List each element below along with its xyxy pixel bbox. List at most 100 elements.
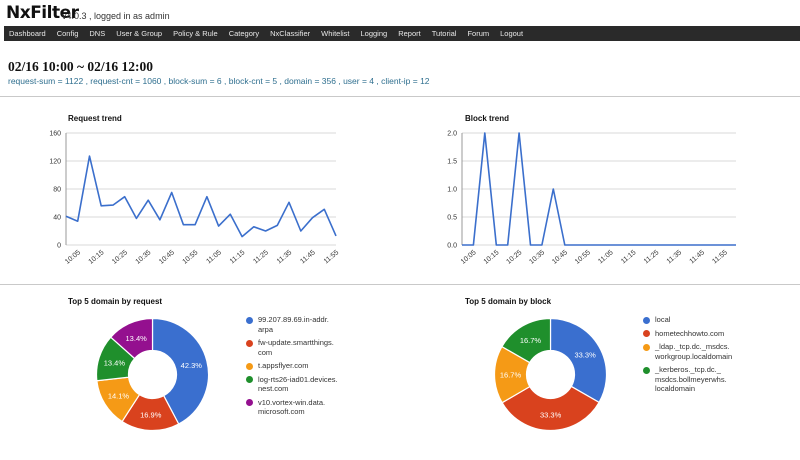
divider: [0, 284, 800, 285]
y-tick-label: 1.0: [447, 187, 457, 194]
y-tick-label: 160: [49, 131, 61, 138]
slice-value-label: 33.3%: [540, 410, 562, 419]
slice-value-label: 16.9%: [140, 410, 162, 419]
x-tick-label: 10:05: [460, 249, 478, 266]
legend-label: _ldap._tcp.dc._msdcs. workgroup.localdom…: [655, 342, 733, 361]
x-tick-label: 11:45: [689, 249, 707, 265]
x-tick-label: 10:45: [158, 249, 176, 266]
y-tick-label: 120: [49, 159, 61, 166]
legend-swatch: [643, 366, 650, 374]
legend-swatch: [643, 316, 650, 324]
legend-swatch: [246, 399, 253, 406]
y-tick-label: 2.0: [447, 131, 457, 138]
top-domain-block-donut: 33.3% 33.3% 16.7% 16.7%: [493, 317, 608, 432]
x-tick-label: 10:55: [574, 249, 592, 266]
legend-label: log-rts26-iad01.devices. nest.com: [258, 374, 338, 394]
x-tick-label: 11:05: [597, 249, 615, 265]
legend-item: fw-update.smartthings. com: [246, 338, 338, 357]
slice-value-label: 13.4%: [104, 358, 126, 367]
top-domain-request-donut: 42.3% 16.9% 14.1% 13.4% 13.4%: [95, 317, 210, 432]
top-domain-request-legend: 99.207.89.69.in-addr. arpa fw-update.smar…: [246, 315, 338, 421]
nav-forum[interactable]: Forum: [467, 29, 489, 38]
series-line: [65, 155, 337, 238]
slice-value-label: 33.3%: [574, 350, 596, 359]
nav-logout[interactable]: Logout: [500, 29, 523, 38]
nav-tutorial[interactable]: Tutorial: [432, 29, 457, 38]
divider: [0, 96, 800, 97]
legend-item: v10.vortex-win.data. microsoft.com: [246, 398, 338, 417]
nav-policy-rule[interactable]: Policy & Rule: [173, 29, 218, 38]
stats-summary: request-sum = 1122 , request-cnt = 1060 …: [8, 76, 430, 86]
legend-item: _ldap._tcp.dc._msdcs. workgroup.localdom…: [643, 342, 732, 361]
app-header: NxFilter v4.0.3 , logged in as admin: [0, 0, 800, 26]
x-tick-label: 10:25: [505, 249, 523, 266]
y-tick-label: 0: [57, 243, 61, 250]
legend-label: _kerberos._tcp.dc._ msdcs.bollmeyerwhs. …: [655, 365, 727, 393]
y-tick-label: 0.0: [447, 243, 457, 250]
y-tick-label: 0.5: [447, 215, 457, 222]
x-tick-label: 10:55: [181, 249, 199, 266]
donut-slice: [549, 317, 608, 404]
legend-label: 99.207.89.69.in-addr. arpa: [258, 315, 329, 334]
legend-item: hometechhowto.com: [643, 329, 732, 339]
legend-swatch: [246, 316, 253, 324]
x-tick-label: 11:05: [205, 249, 223, 265]
slice-value-label: 42.3%: [181, 361, 203, 370]
x-tick-label: 11:15: [620, 249, 638, 265]
y-tick-label: 80: [53, 187, 61, 194]
top-domain-request-title: Top 5 domain by request: [68, 297, 163, 306]
slice-value-label: 16.7%: [520, 336, 542, 345]
legend-item: _kerberos._tcp.dc._ msdcs.bollmeyerwhs. …: [643, 365, 732, 394]
x-tick-label: 11:45: [299, 249, 317, 265]
legend-label: local: [655, 315, 671, 324]
x-tick-label: 10:05: [64, 249, 82, 266]
nav-config[interactable]: Config: [57, 29, 79, 38]
main-navbar: Dashboard Config DNS User & Group Policy…: [4, 26, 800, 41]
x-tick-label: 10:45: [551, 249, 569, 266]
nav-whitelist[interactable]: Whitelist: [321, 29, 349, 38]
y-tick-label: 1.5: [447, 159, 457, 166]
slice-value-label: 16.7%: [500, 371, 522, 380]
request-trend-chart: 0 40 80 120 160 10:05 10:15 10:25 10:35 10:45 10:5…: [49, 131, 341, 266]
legend-label: fw-update.smartthings. com: [258, 338, 334, 357]
legend-label: hometechhowto.com: [655, 328, 725, 338]
legend-swatch: [246, 376, 253, 383]
legend-item: local: [643, 315, 732, 325]
period-heading: 02/16 10:00 ~ 02/16 12:00: [8, 59, 154, 74]
x-tick-label: 11:25: [643, 249, 661, 265]
legend-item: t.appsflyer.com: [246, 361, 338, 371]
legend-item: 99.207.89.69.in-addr. arpa: [246, 315, 338, 334]
top-domain-block-legend: local hometechhowto.com _ldap._tcp.dc._msd…: [643, 315, 732, 398]
legend-swatch: [246, 339, 253, 347]
legend-label: v10.vortex-win.data. microsoft.com: [258, 397, 326, 417]
x-tick-label: 11:15: [229, 249, 247, 265]
x-tick-label: 10:25: [111, 249, 129, 266]
x-tick-label: 10:35: [135, 249, 153, 266]
x-tick-label: 11:55: [323, 249, 341, 265]
y-tick-label: 40: [53, 215, 61, 222]
version-text: v4.0.3 , logged in as admin: [62, 11, 170, 21]
legend-swatch: [246, 362, 253, 370]
legend-swatch: [643, 330, 650, 337]
slice-value-label: 13.4%: [126, 334, 148, 343]
block-trend-chart: 0.0 0.5 1.0 1.5 2.0 10:05 10:15 10:25 10:35 10:45…: [447, 131, 736, 266]
x-tick-label: 11:35: [276, 249, 294, 265]
x-tick-label: 11:25: [252, 249, 270, 265]
x-tick-label: 11:55: [711, 249, 729, 265]
x-tick-label: 11:35: [666, 249, 684, 265]
legend-swatch: [643, 343, 650, 351]
nav-dns[interactable]: DNS: [89, 29, 105, 38]
slice-value-label: 14.1%: [108, 392, 130, 401]
nav-logging[interactable]: Logging: [361, 29, 388, 38]
nav-category[interactable]: Category: [229, 29, 259, 38]
legend-label: t.appsflyer.com: [258, 361, 309, 370]
legend-item: log-rts26-iad01.devices. nest.com: [246, 375, 338, 394]
nav-dashboard[interactable]: Dashboard: [9, 29, 46, 38]
nav-user-group[interactable]: User & Group: [116, 29, 162, 38]
x-tick-label: 10:35: [528, 249, 546, 266]
x-tick-label: 10:15: [88, 249, 106, 266]
nav-report[interactable]: Report: [398, 29, 421, 38]
top-domain-block-title: Top 5 domain by block: [465, 297, 552, 306]
nav-nxclassifier[interactable]: NxClassifier: [270, 29, 310, 38]
x-tick-label: 10:15: [483, 249, 501, 266]
